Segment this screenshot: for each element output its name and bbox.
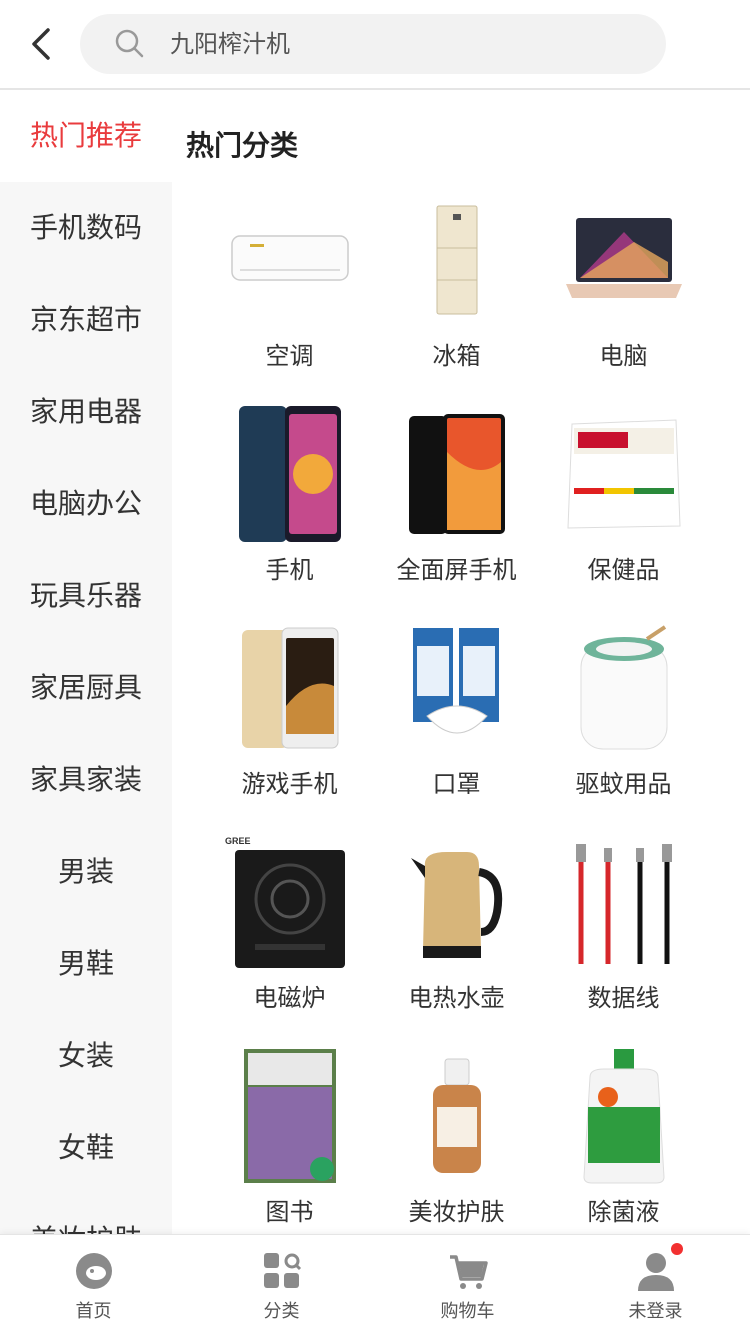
category-fridge[interactable]: 冰箱 bbox=[373, 190, 540, 390]
sidebar-item-womens-shoes[interactable]: 女鞋 bbox=[0, 1102, 172, 1194]
sidebar-item-digital[interactable]: 手机数码 bbox=[0, 182, 172, 274]
phone-icon bbox=[224, 404, 355, 544]
sidebar-item-hot[interactable]: 热门推荐 bbox=[0, 90, 172, 182]
category-books[interactable]: 图书 bbox=[206, 1046, 373, 1234]
category-skincare[interactable]: 美妆护肤 bbox=[373, 1046, 540, 1234]
sidebar-item-menswear[interactable]: 男装 bbox=[0, 826, 172, 918]
category-health[interactable]: 保健品 bbox=[540, 404, 707, 604]
category-laptop[interactable]: 电脑 bbox=[540, 190, 707, 390]
top-header: 九阳榨汁机 bbox=[0, 0, 750, 90]
sidebar-item-womenswear[interactable]: 女装 bbox=[0, 1010, 172, 1102]
tab-user[interactable]: 未登录 bbox=[562, 1235, 749, 1334]
disinfectant-bottle-icon bbox=[558, 1046, 689, 1186]
fullscreen-phone-icon bbox=[391, 404, 522, 544]
fridge-icon bbox=[391, 190, 522, 330]
cart-icon bbox=[450, 1255, 488, 1289]
chevron-left-icon bbox=[32, 28, 50, 60]
bottom-tab-bar: 首页 分类 购物车 未登录 bbox=[0, 1234, 750, 1334]
induction-cooker-icon: GREE bbox=[224, 832, 355, 972]
category-induction-cooker[interactable]: GREE 电磁炉 bbox=[206, 832, 373, 1032]
sidebar-item-mens-shoes[interactable]: 男鞋 bbox=[0, 918, 172, 1010]
category-mosquito[interactable]: 驱蚊用品 bbox=[540, 618, 707, 818]
search-query-text: 九阳榨汁机 bbox=[170, 30, 290, 58]
tab-home[interactable]: 首页 bbox=[0, 1235, 187, 1334]
category-icon bbox=[264, 1253, 302, 1288]
sidebar-item-beauty[interactable]: 美妆护肤 bbox=[0, 1194, 172, 1234]
tab-cart[interactable]: 购物车 bbox=[374, 1235, 561, 1334]
search-icon bbox=[115, 29, 144, 58]
category-cables[interactable]: 数据线 bbox=[540, 832, 707, 1032]
sidebar-item-toys[interactable]: 玩具乐器 bbox=[0, 550, 172, 642]
sidebar-item-appliances[interactable]: 家用电器 bbox=[0, 366, 172, 458]
category-content: 热门分类 空调 冰箱 电脑 手机 全面屏手机 保健品 游戏手机 口罩 驱蚊用品 … bbox=[172, 90, 750, 1234]
sidebar-item-furniture[interactable]: 家具家装 bbox=[0, 734, 172, 826]
category-sidebar[interactable]: 热门推荐 手机数码 京东超市 家用电器 电脑办公 玩具乐器 家居厨具 家具家装 … bbox=[0, 90, 172, 1234]
kettle-icon bbox=[391, 832, 522, 972]
sidebar-item-computer[interactable]: 电脑办公 bbox=[0, 458, 172, 550]
category-kettle[interactable]: 电热水壶 bbox=[373, 832, 540, 1032]
gaming-phone-icon bbox=[224, 618, 355, 758]
category-masks[interactable]: 口罩 bbox=[373, 618, 540, 818]
skincare-bottle-icon bbox=[391, 1046, 522, 1186]
cables-icon bbox=[558, 832, 689, 972]
user-icon bbox=[638, 1253, 674, 1291]
air-conditioner-icon bbox=[224, 190, 355, 330]
category-phone[interactable]: 手机 bbox=[206, 404, 373, 604]
home-mascot-icon bbox=[76, 1253, 112, 1289]
search-bar[interactable]: 九阳榨汁机 bbox=[80, 14, 666, 74]
svg-text:GREE: GREE bbox=[225, 836, 251, 846]
category-air-conditioner[interactable]: 空调 bbox=[206, 190, 373, 390]
category-gaming-phone[interactable]: 游戏手机 bbox=[206, 618, 373, 818]
tab-category[interactable]: 分类 bbox=[188, 1235, 375, 1334]
vitamin-box-icon bbox=[558, 404, 689, 544]
sidebar-item-kitchen[interactable]: 家居厨具 bbox=[0, 642, 172, 734]
category-fullscreen-phone[interactable]: 全面屏手机 bbox=[373, 404, 540, 604]
masks-icon bbox=[391, 618, 522, 758]
notification-dot bbox=[671, 1243, 683, 1255]
mosquito-repellent-icon bbox=[558, 618, 689, 758]
sidebar-item-supermarket[interactable]: 京东超市 bbox=[0, 274, 172, 366]
category-disinfectant[interactable]: 除菌液 bbox=[540, 1046, 707, 1234]
back-button[interactable] bbox=[24, 24, 64, 64]
book-icon bbox=[224, 1046, 355, 1186]
laptop-icon bbox=[558, 190, 689, 330]
section-title: 热门分类 bbox=[186, 129, 299, 162]
